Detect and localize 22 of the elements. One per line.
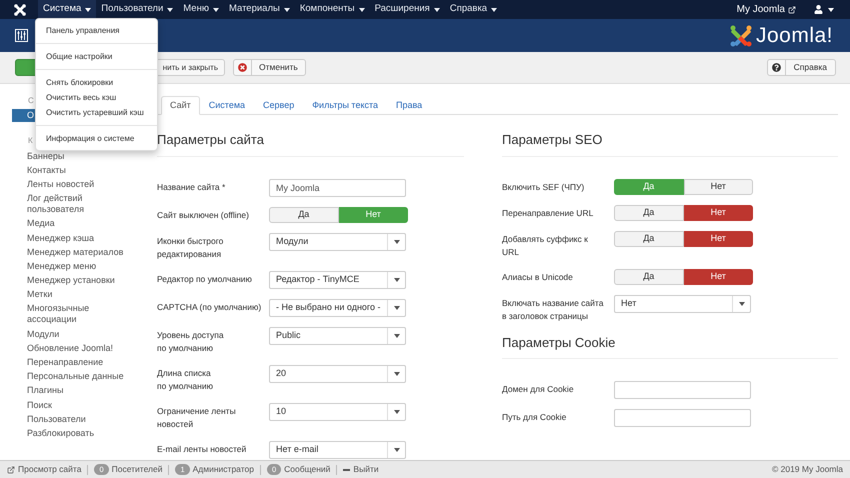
field-label: Включить SEF (ЧПУ): [502, 180, 586, 194]
field-label: Редактор по умолчанию: [157, 272, 253, 286]
field-label: Уровень доступа по умолчанию: [157, 328, 225, 354]
field-label: Домен для Cookie: [502, 383, 575, 396]
logo-text: Joomla!: [756, 22, 833, 49]
field-label: Сайт выключен (offline): [157, 208, 250, 222]
field-label: Название сайта *: [157, 180, 226, 194]
field-label: Включать название сайта в заголовок страницы: [502, 296, 604, 322]
copyright-text: © 2019 My Joomla: [772, 463, 843, 476]
field-label: Путь для Cookie: [502, 411, 568, 424]
field-label: Длина списка по умолчанию: [157, 366, 214, 392]
field-label: E-mail ленты новостей: [157, 442, 248, 456]
section-title: Параметры SEO: [502, 130, 838, 156]
field-label: Ограничение ленты новостей: [157, 404, 237, 430]
field-label: Алиасы в Unicode: [502, 270, 574, 284]
field-label: Иконки быстрого редактирования: [157, 234, 224, 260]
field-label: Добавлять суффикс к URL: [502, 232, 589, 258]
sidebar-heading: С: [28, 96, 34, 105]
sidebar-heading: К: [28, 136, 33, 145]
section-title: Параметры Cookie: [502, 332, 838, 359]
field-label: CAPTCHA (по умолчанию): [157, 300, 262, 314]
field-label: Перенаправление URL: [502, 206, 594, 220]
